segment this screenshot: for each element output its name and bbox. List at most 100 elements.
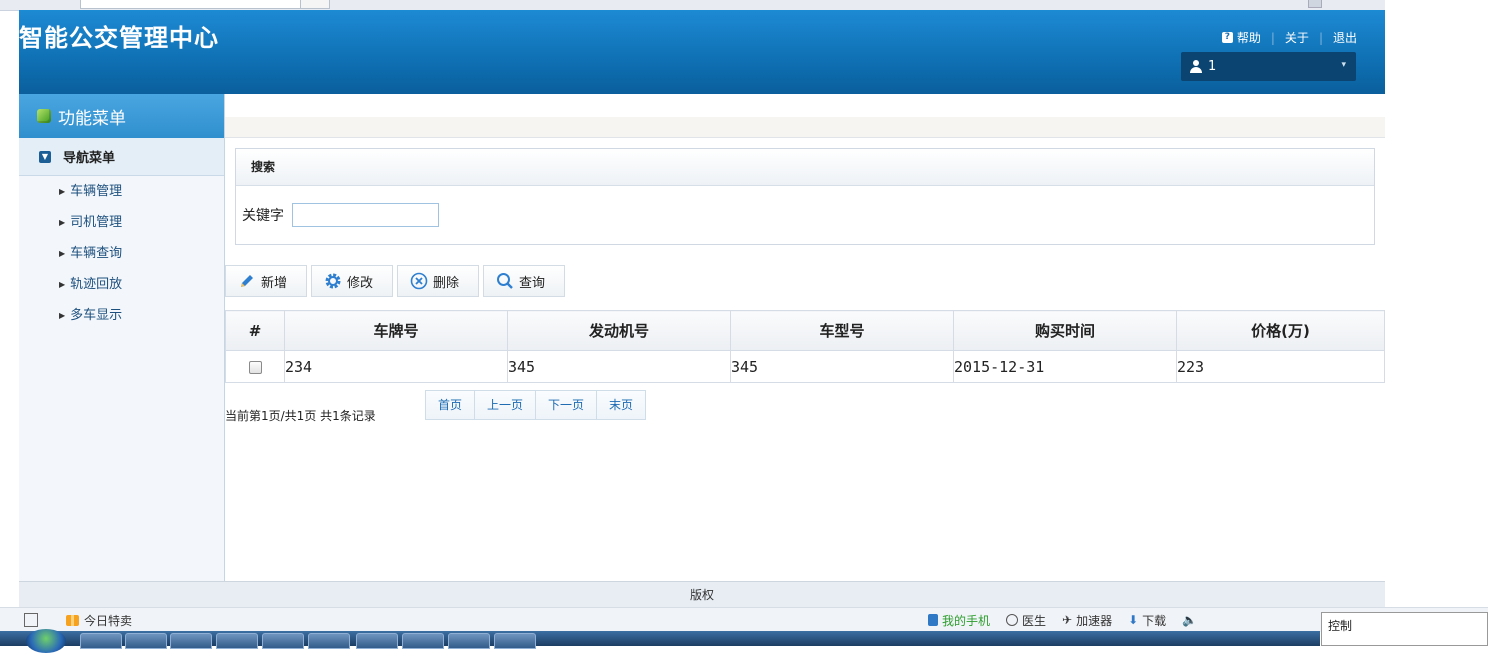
user-icon [1190,60,1202,73]
today-deal-link[interactable]: 今日特卖 [84,612,132,629]
row-checkbox-cell [225,350,285,383]
cell-plate: 234 [284,350,508,383]
cell-engine: 345 [507,350,731,383]
first-page-button[interactable]: 首页 [426,391,476,419]
rocket-icon: ✈ [1062,613,1073,627]
app-title: 智能公交管理中心 [19,24,219,52]
logout-link[interactable]: 退出 [1333,29,1357,46]
edit-button[interactable]: 修改 [311,265,393,297]
download-label: 下载 [1142,613,1167,628]
accelerator-label: 加速器 [1076,613,1113,628]
os-taskbar [0,629,1320,653]
next-page-button[interactable]: 下一页 [536,391,598,419]
column-header-model[interactable]: 车型号 [730,310,954,351]
table-header-row: # 车牌号 发动机号 车型号 购买时间 价格(万) [225,310,1385,351]
control-popup[interactable]: 控制 [1321,612,1488,646]
sidebar-item-vehicle-management[interactable]: ▶ 车辆管理 [19,182,224,213]
browser-tab[interactable] [80,0,306,9]
column-header-index: # [225,310,285,351]
add-button[interactable]: 新增 [225,265,307,297]
query-button-label: 查询 [519,275,546,291]
main-content: 搜索 关键字 新增 修改 删除 查询 # 车牌号 发动机号 车型号 购买时间 价… [225,94,1385,581]
triangle-right-icon: ▶ [59,187,66,196]
status-right: 我的手机 医生 ✈ 加速器 ⬇ 下载 🔈 [928,608,1213,632]
keyword-label: 关键字 [242,208,284,224]
user-dropdown[interactable]: 1 ▾ [1181,52,1356,81]
prev-page-button[interactable]: 上一页 [475,391,537,419]
nav-group-label: 导航菜单 [63,151,116,166]
taskbar-item[interactable] [356,633,398,649]
sidebar-heading-label: 功能菜单 [58,108,126,129]
doctor-label: 医生 [1022,613,1047,628]
doctor-icon [1006,614,1019,626]
table-row[interactable]: 234 345 345 2015-12-31 223 [225,350,1385,383]
pager: 首页 上一页 下一页 末页 [425,390,647,420]
query-button[interactable]: 查询 [483,265,565,297]
sidebar-item-label: 司机管理 [70,215,123,230]
row-checkbox[interactable] [248,360,262,374]
search-icon [496,272,514,290]
new-tab-button[interactable] [300,0,330,9]
sidebar-item-label: 车辆查询 [70,246,123,261]
page-margin [1385,0,1488,600]
pager-info: 当前第1页/共1页 共1条记录 [225,409,376,423]
taskbar-item[interactable] [308,633,350,649]
column-header-purchase-date[interactable]: 购买时间 [953,310,1177,351]
help-link[interactable]: 帮助 [1237,29,1261,46]
breadcrumb [225,117,1385,138]
exit-icon[interactable] [24,613,38,627]
sidebar-item-driver-management[interactable]: ▶ 司机管理 [19,213,224,244]
start-button[interactable] [26,629,66,653]
nav-list: ▶ 车辆管理 ▶ 司机管理 ▶ 车辆查询 ▶ 轨迹回放 ▶ 多车显示 [19,176,224,337]
cell-purchase-date: 2015-12-31 [953,350,1177,383]
sidebar-item-vehicle-query[interactable]: ▶ 车辆查询 [19,244,224,275]
chevron-down-icon: ▾ [1341,60,1346,70]
footer: 版权 [19,581,1385,608]
speaker-icon[interactable]: 🔈 [1182,613,1197,627]
nav-group-toggle[interactable]: ▼ 导航菜单 [19,138,224,176]
triangle-right-icon: ▶ [59,311,66,320]
accelerator-link[interactable]: ✈ 加速器 [1062,612,1112,629]
collapse-icon: ▼ [39,150,51,163]
taskbar-item[interactable] [125,633,167,649]
column-header-engine[interactable]: 发动机号 [507,310,731,351]
app-header: 智能公交管理中心 ? 帮助 | 关于 | 退出 1 ▾ [19,10,1385,94]
browser-status-bar: 今日特卖 我的手机 医生 ✈ 加速器 ⬇ 下载 🔈 [0,607,1488,632]
sidebar-item-track-playback[interactable]: ▶ 轨迹回放 [19,275,224,306]
phone-icon [928,614,938,626]
browser-menu-icon[interactable] [1308,0,1322,8]
top-links: ? 帮助 | 关于 | 退出 [1221,29,1357,46]
status-left: 今日特卖 [24,612,132,629]
taskbar-item[interactable] [402,633,444,649]
delete-button[interactable]: 删除 [397,265,479,297]
taskbar-item[interactable] [494,633,536,649]
gift-icon [66,614,79,626]
keyword-input[interactable] [292,203,439,227]
download-link[interactable]: ⬇ 下载 [1128,612,1166,629]
about-link[interactable]: 关于 [1285,29,1309,46]
triangle-right-icon: ▶ [59,218,66,227]
divider: | [1318,30,1323,45]
pencil-icon [238,272,256,290]
doctor-link[interactable]: 医生 [1006,612,1046,629]
toolbar: 新增 修改 删除 查询 [225,265,569,299]
sidebar-heading: 功能菜单 [19,94,224,138]
taskbar-item[interactable] [170,633,212,649]
taskbar-item[interactable] [262,633,304,649]
search-panel-title: 搜索 [236,149,1374,186]
my-phone-link[interactable]: 我的手机 [928,612,990,629]
sidebar: 功能菜单 ▼ 导航菜单 ▶ 车辆管理 ▶ 司机管理 ▶ 车辆查询 ▶ 轨迹回放 ▶ 多车显… [19,94,225,581]
delete-button-label: 删除 [433,275,460,291]
column-header-price[interactable]: 价格(万) [1176,310,1385,351]
last-page-button[interactable]: 末页 [597,391,646,419]
taskbar-item[interactable] [216,633,258,649]
sidebar-item-label: 多车显示 [70,308,123,323]
column-header-plate[interactable]: 车牌号 [284,310,508,351]
taskbar-item[interactable] [448,633,490,649]
taskbar-item[interactable] [80,633,122,649]
sidebar-item-multi-vehicle[interactable]: ▶ 多车显示 [19,306,224,337]
triangle-right-icon: ▶ [59,280,66,289]
sidebar-item-label: 轨迹回放 [70,277,123,292]
download-icon: ⬇ [1128,613,1139,627]
user-name: 1 [1208,59,1217,74]
